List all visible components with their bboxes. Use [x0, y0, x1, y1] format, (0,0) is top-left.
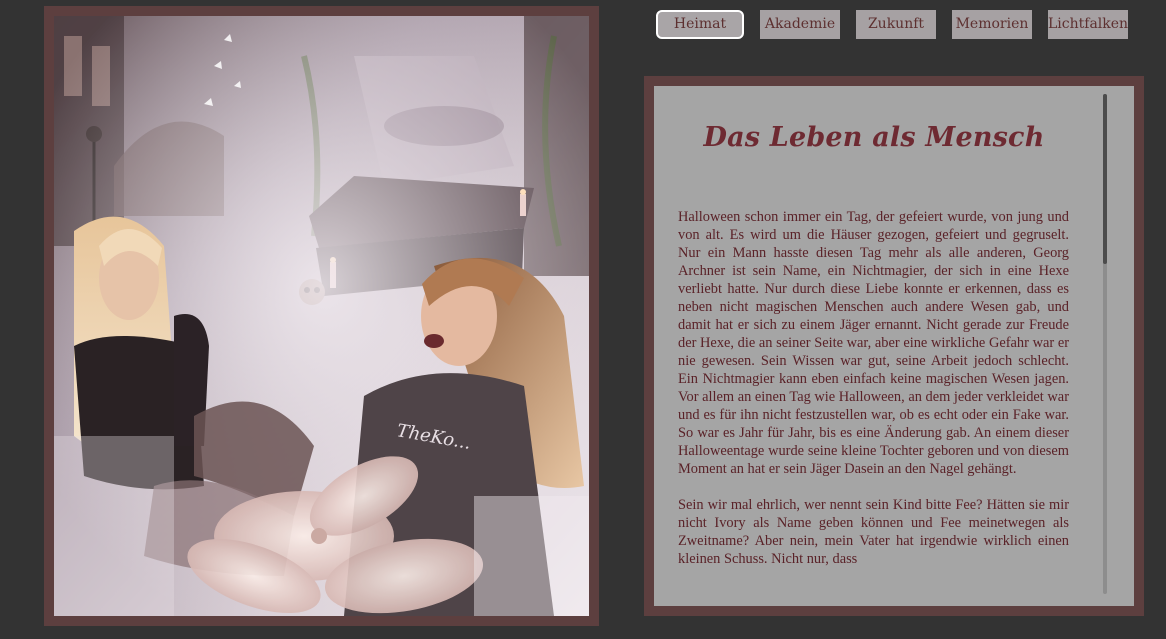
scrollbar-track[interactable]: [1103, 94, 1107, 594]
header-collage-image: TheKo...: [54, 16, 589, 616]
nav-item-heimat[interactable]: Heimat: [656, 10, 744, 39]
article-body[interactable]: Halloween schon immer ein Tag, der gefei…: [678, 208, 1069, 594]
content-panel: Das Leben als Mensch Halloween schon imm…: [654, 86, 1134, 606]
article-paragraph: Halloween schon immer ein Tag, der gefei…: [678, 209, 1069, 477]
nav-item-zukunft[interactable]: Zukunft: [856, 10, 936, 39]
nav-item-lichtfalken[interactable]: Lichtfalken: [1048, 10, 1128, 39]
collage-illustration: TheKo...: [54, 16, 589, 616]
nav-item-akademie[interactable]: Akademie: [760, 10, 840, 39]
nav-item-memorien[interactable]: Memorien: [952, 10, 1032, 39]
article-title: Das Leben als Mensch: [703, 122, 1045, 153]
content-frame: Das Leben als Mensch Halloween schon imm…: [644, 76, 1144, 616]
header-image-frame: TheKo...: [44, 6, 599, 626]
scrollbar-thumb[interactable]: [1103, 94, 1107, 264]
article-paragraph: Sein wir mal ehrlich, wer nennt sein Kin…: [678, 497, 1069, 567]
